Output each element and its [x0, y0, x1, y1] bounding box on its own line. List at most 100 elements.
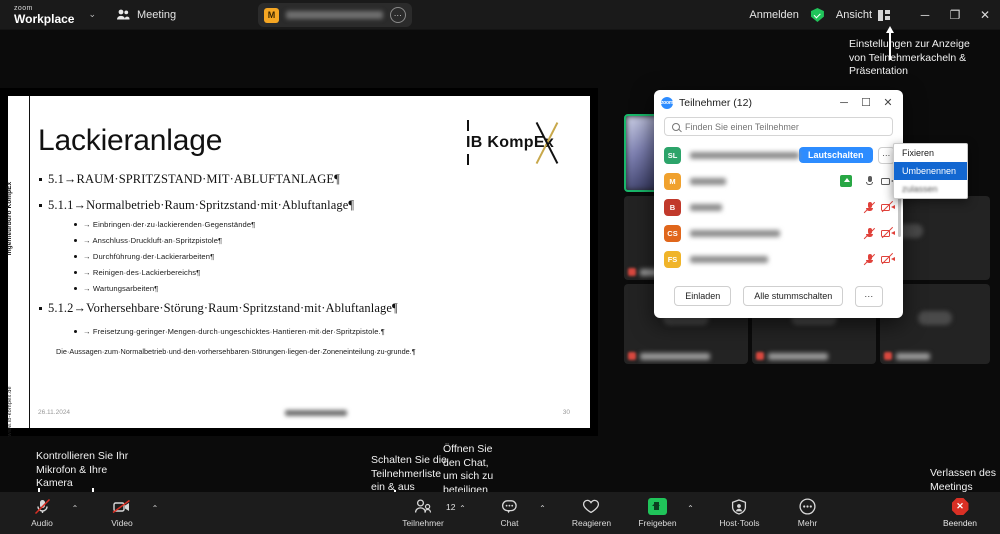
- video-group: Video ⌃: [96, 498, 162, 528]
- audio-options-caret[interactable]: ⌃: [68, 504, 82, 523]
- maximize-button[interactable]: ❐: [940, 0, 970, 30]
- zoom-workplace-logo: zoom Workplace: [14, 5, 74, 25]
- slide-bullets-level1: 5.1→RAUM·SPRITZSTAND·MIT·ABLUFTANLAGE¶: [38, 172, 578, 187]
- tile-name-redacted: [640, 353, 710, 360]
- chat-options-caret[interactable]: ⌃: [535, 504, 549, 523]
- chevron-down-icon[interactable]: ⌄: [88, 9, 96, 20]
- invite-button[interactable]: Einladen: [674, 286, 732, 306]
- mic-off-icon[interactable]: [863, 201, 876, 213]
- video-options-caret[interactable]: ⌃: [148, 504, 162, 523]
- toolbar-leave-label: Beenden: [942, 518, 978, 528]
- toolbar-share-button[interactable]: Freigeben: [631, 498, 683, 528]
- sub-bullet: → Reinigen·des·Lackierbereichs¶: [74, 268, 578, 277]
- mic-on-icon[interactable]: [863, 175, 876, 187]
- slide-content: Lackieranlage 5.1→RAUM·SPRITZSTAND·MIT·A…: [38, 106, 578, 359]
- participant-list[interactable]: SL Lautschalten ⋯ M B CS FS: [654, 142, 903, 270]
- participant-avatar: SL: [664, 146, 681, 164]
- raise-hand-badge: [840, 175, 852, 187]
- layout-view-icon[interactable]: [878, 9, 890, 21]
- callout-arrow-view: [886, 26, 893, 60]
- close-button[interactable]: ✕: [970, 0, 1000, 30]
- toolbar-audio-label: Audio: [31, 518, 53, 528]
- mic-off-icon: [756, 352, 764, 360]
- toolbar-participants-label: Teilnehmer: [402, 518, 444, 528]
- callout-mic-camera-text: Kontrollieren Sie Ihr Mikrofon & Ihre Ka…: [36, 450, 129, 489]
- participant-row[interactable]: B: [654, 194, 903, 220]
- context-menu-item-umbenennen[interactable]: Umbenennen: [894, 162, 967, 180]
- camera-off-icon[interactable]: [881, 252, 895, 265]
- meeting-more-icon[interactable]: ⋯: [390, 7, 406, 23]
- slide-side-company: Ingenieurbüro KompEx: [6, 181, 13, 256]
- participant-row[interactable]: CS: [654, 220, 903, 246]
- sub-bullet: → Einbringen·der·zu·lackierenden·Gegenst…: [74, 220, 578, 229]
- toolbar-video-label: Video: [111, 518, 133, 528]
- participants-more-button[interactable]: ⋯: [855, 285, 883, 307]
- toolbar-participants-button[interactable]: Teilnehmer: [397, 498, 449, 528]
- callout-view-settings: Einstellungen zur Anzeige von Teilnehmer…: [849, 38, 989, 79]
- audio-group: Audio ⌃: [16, 498, 82, 528]
- dialog-minimize-button[interactable]: ─: [833, 92, 855, 114]
- callout-participants-text: Schalten Sie die Teilnehmerliste ein & a…: [371, 454, 447, 493]
- sub-bullet: → Wartungsarbeiten¶: [74, 284, 578, 293]
- participant-name-redacted: [690, 255, 768, 263]
- toolbar-more-button[interactable]: Mehr: [781, 498, 833, 528]
- participant-context-menu[interactable]: Fixieren Umbenennen zulassen: [893, 143, 968, 199]
- toolbar-host-tools-button[interactable]: Host·Tools: [709, 498, 769, 528]
- slide-title: Lackieranlage: [38, 124, 223, 157]
- participant-name-redacted: [690, 151, 800, 159]
- callout-mic-camera: Kontrollieren Sie Ihr Mikrofon & Ihre Ka…: [36, 450, 136, 491]
- camera-off-icon[interactable]: [881, 226, 895, 239]
- more-dots-icon: [799, 498, 816, 515]
- zoom-meeting-window: zoom Workplace ⌄ Meeting M ⋯ Anmelden An…: [0, 0, 1000, 534]
- participant-row[interactable]: M: [654, 168, 903, 194]
- participants-dialog-title: Teilnehmer (12): [679, 96, 752, 109]
- dialog-close-button[interactable]: ✕: [877, 92, 899, 114]
- participant-row[interactable]: FS: [654, 246, 903, 270]
- participant-avatar: B: [664, 198, 681, 216]
- toolbar-video-button[interactable]: Video: [96, 498, 148, 528]
- zoom-icon: zoom: [661, 96, 673, 109]
- slide-footer-page: 30: [562, 409, 570, 416]
- active-meeting-pill[interactable]: M ⋯: [258, 3, 412, 27]
- unmute-button[interactable]: Lautschalten: [799, 147, 873, 163]
- sub-bullet: → Freisetzung·geringer·Mengen·durch·unge…: [74, 327, 578, 336]
- mic-off-icon[interactable]: [863, 227, 876, 239]
- tile-avatar: [918, 310, 952, 325]
- search-input[interactable]: [685, 121, 885, 132]
- shield-check-icon[interactable]: [810, 8, 824, 22]
- meeting-tab[interactable]: Meeting: [116, 9, 176, 21]
- participant-row[interactable]: SL Lautschalten ⋯: [654, 142, 903, 168]
- search-icon: [672, 122, 680, 131]
- toolbar-reactions-button[interactable]: Reagieren: [563, 498, 619, 528]
- minimize-button[interactable]: ─: [910, 0, 940, 30]
- toolbar-chat-button[interactable]: Chat: [483, 498, 535, 528]
- camera-off-icon[interactable]: [881, 200, 895, 213]
- toolbar-reactions-label: Reagieren: [571, 518, 612, 528]
- mute-all-button[interactable]: Alle stummschalten: [743, 286, 844, 306]
- slide-bullets-level1-c: 5.1.2→Vorhersehbare·Störung·Raum·Spritzs…: [38, 301, 578, 316]
- toolbar-host-tools-label: Host·Tools: [719, 518, 760, 528]
- bullet-5-1-1: 5.1.1→Normalbetrieb·Raum·Spritzstand·mit…: [38, 198, 578, 213]
- sign-in-button[interactable]: Anmelden: [749, 9, 799, 21]
- participants-options-caret[interactable]: ⌃: [455, 504, 469, 523]
- sub-bullet: → Durchführung·der·Lackierarbeiten¶: [74, 252, 578, 261]
- mic-off-icon[interactable]: [863, 253, 876, 265]
- participant-search-box[interactable]: [664, 117, 893, 136]
- participant-name-redacted: [690, 177, 726, 185]
- participants-dialog-titlebar: zoom Teilnehmer (12) ─ ☐ ✕: [654, 90, 903, 115]
- dialog-maximize-button[interactable]: ☐: [855, 92, 877, 114]
- participant-avatar: FS: [664, 250, 681, 268]
- slide-footer-date: 26.11.2024: [38, 409, 71, 416]
- view-button-label[interactable]: Ansicht: [836, 9, 872, 21]
- people-icon: [414, 498, 432, 515]
- toolbar-audio-button[interactable]: Audio: [16, 498, 68, 528]
- heart-icon: [582, 498, 600, 515]
- context-menu-item-fixieren[interactable]: Fixieren: [894, 144, 967, 162]
- toolbar-leave-button[interactable]: ✕ Beenden: [934, 498, 986, 528]
- context-menu-item-zulassen[interactable]: zulassen: [894, 180, 967, 198]
- share-options-caret[interactable]: ⌃: [683, 504, 697, 523]
- mic-off-icon: [628, 352, 636, 360]
- title-bar: zoom Workplace ⌄ Meeting M ⋯ Anmelden An…: [0, 0, 1000, 30]
- callout-leave-text: Verlassen des Meetings: [930, 467, 996, 493]
- toolbar-chat-label: Chat: [500, 518, 519, 528]
